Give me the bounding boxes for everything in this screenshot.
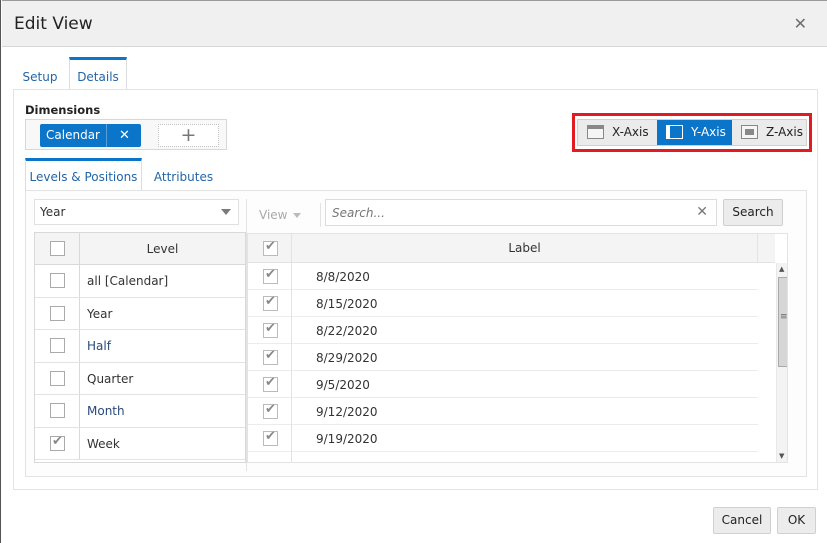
level-label: Month — [87, 404, 125, 418]
level-column-header: Level — [146, 242, 179, 256]
dialog-body: Setup Details Dimensions Calendar ✕ + X-… — [2, 47, 827, 543]
table-row[interactable]: 9/12/2020 — [248, 398, 758, 425]
close-icon[interactable]: ✕ — [108, 124, 141, 147]
tab-setup[interactable]: Setup — [12, 57, 68, 90]
levels-table-header: Level — [35, 233, 245, 265]
label-column-header: Label — [292, 234, 758, 263]
dimension-chip-calendar[interactable]: Calendar ✕ — [40, 124, 141, 147]
table-row[interactable]: Half — [35, 330, 245, 363]
levels-panel: Year Level all [Calendar] Year Half Quar… — [34, 199, 246, 471]
position-label: 8/29/2020 — [316, 351, 378, 365]
table-row[interactable]: 9/5/2020 — [248, 371, 758, 398]
dimensions-label: Dimensions — [25, 103, 101, 117]
level-checkbox[interactable] — [50, 403, 65, 418]
dimensions-box: Calendar ✕ + — [25, 119, 227, 150]
view-menu[interactable]: View — [259, 203, 321, 227]
level-label: Week — [87, 436, 120, 451]
level-checkbox[interactable] — [50, 338, 65, 353]
tab-details[interactable]: Details — [69, 57, 127, 91]
x-axis-icon — [587, 125, 604, 139]
dialog-titlebar: Edit View ✕ — [2, 0, 827, 47]
z-axis-label: Z-Axis — [766, 125, 803, 139]
scroll-up-icon[interactable]: ▲ — [779, 265, 784, 273]
position-label: 8/8/2020 — [316, 270, 370, 284]
level-checkbox[interactable] — [50, 370, 65, 386]
position-checkbox[interactable] — [263, 321, 278, 338]
level-checkbox[interactable] — [50, 273, 65, 288]
position-label: 9/19/2020 — [316, 432, 378, 446]
position-checkbox[interactable] — [263, 294, 278, 311]
table-row[interactable]: Week — [35, 427, 245, 460]
tab-levels-positions[interactable]: Levels & Positions — [25, 158, 142, 191]
search-box: ✕ — [325, 199, 717, 226]
dialog-title: Edit View — [14, 14, 93, 34]
x-axis-button[interactable]: X-Axis — [578, 120, 657, 145]
positions-scrollbar[interactable]: ▲ ▼ — [776, 263, 787, 462]
positions-table: Label 8/8/2020 8/15/2020 8/22/2020 — [247, 233, 788, 463]
level-label: Quarter — [87, 371, 134, 386]
x-axis-label: X-Axis — [612, 125, 649, 139]
position-checkbox[interactable] — [263, 375, 278, 392]
cancel-button[interactable]: Cancel — [713, 507, 771, 534]
table-row[interactable]: 8/15/2020 — [248, 290, 758, 317]
close-icon[interactable]: ✕ — [794, 14, 807, 33]
position-label: 9/12/2020 — [316, 405, 378, 419]
position-label: 8/15/2020 — [316, 297, 378, 311]
levels-table: Level all [Calendar] Year Half Quarter M… — [34, 232, 246, 463]
positions-table-header: Label — [248, 234, 775, 263]
details-panel: Dimensions Calendar ✕ + X-Axis Y-Axis Z-… — [13, 89, 818, 490]
position-checkbox[interactable] — [263, 267, 278, 284]
y-axis-icon — [666, 125, 683, 139]
view-menu-label: View — [259, 208, 288, 222]
position-checkbox[interactable] — [263, 348, 278, 365]
y-axis-label: Y-Axis — [691, 125, 726, 139]
search-button[interactable]: Search — [723, 199, 783, 226]
select-all-positions-checkbox[interactable] — [263, 239, 278, 256]
table-row[interactable]: 8/29/2020 — [248, 344, 758, 371]
select-all-levels-checkbox[interactable] — [50, 241, 65, 256]
z-axis-button[interactable]: Z-Axis — [732, 120, 807, 145]
level-checkbox[interactable] — [50, 434, 65, 451]
axis-selector-highlight: X-Axis Y-Axis Z-Axis — [572, 113, 812, 152]
table-row[interactable]: 8/8/2020 — [248, 263, 758, 290]
table-row[interactable]: all [Calendar] — [35, 265, 245, 298]
add-dimension-button[interactable]: + — [158, 124, 219, 147]
scrollbar-thumb[interactable] — [778, 277, 787, 367]
table-row[interactable]: Month — [35, 395, 245, 428]
dimension-chip-label[interactable]: Calendar — [40, 124, 107, 147]
levels-positions-panel: Year Level all [Calendar] Year Half Quar… — [25, 190, 807, 477]
position-checkbox[interactable] — [263, 402, 278, 419]
ok-button[interactable]: OK — [777, 507, 816, 534]
z-axis-icon — [741, 125, 758, 139]
tab-attributes[interactable]: Attributes — [142, 158, 225, 191]
chevron-down-icon — [293, 213, 301, 218]
level-select[interactable]: Year — [34, 199, 239, 225]
table-row[interactable]: 8/22/2020 — [248, 317, 758, 344]
table-row[interactable]: Quarter — [35, 362, 245, 395]
level-label: Half — [87, 339, 111, 353]
level-label: all [Calendar] — [87, 274, 169, 288]
table-row[interactable]: Year — [35, 297, 245, 330]
edit-view-dialog: Edit View ✕ Setup Details Dimensions Cal… — [0, 0, 827, 543]
level-label: Year — [87, 306, 113, 321]
axis-selector: X-Axis Y-Axis Z-Axis — [577, 119, 807, 146]
clear-search-icon[interactable]: ✕ — [696, 204, 708, 220]
search-input[interactable] — [332, 204, 682, 222]
scroll-down-icon[interactable]: ▼ — [779, 452, 784, 460]
positions-panel: View ✕ Search Label — [246, 199, 801, 471]
level-checkbox[interactable] — [50, 305, 65, 321]
y-axis-button[interactable]: Y-Axis — [657, 120, 732, 145]
plus-icon: + — [180, 124, 197, 146]
table-row[interactable]: 9/19/2020 — [248, 425, 758, 452]
chevron-down-icon — [221, 209, 231, 215]
position-checkbox[interactable] — [263, 429, 278, 446]
table-row — [248, 452, 758, 462]
position-label: 9/5/2020 — [316, 378, 370, 392]
position-label: 8/22/2020 — [316, 324, 378, 338]
level-select-value: Year — [40, 205, 66, 219]
